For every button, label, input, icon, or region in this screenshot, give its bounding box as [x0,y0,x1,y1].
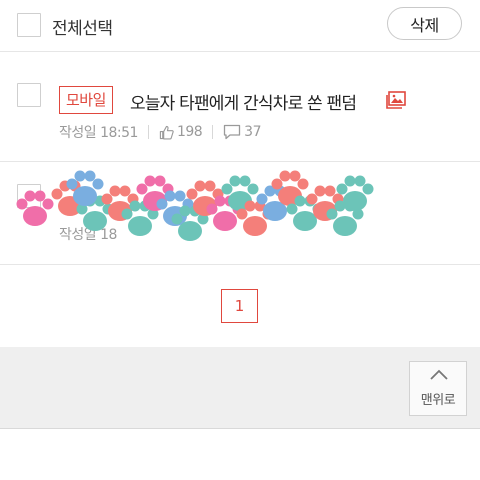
post-checkbox[interactable] [17,184,41,208]
scroll-to-top-label: 맨위로 [420,393,456,408]
divider [212,125,214,139]
select-all-checkbox[interactable] [17,13,41,37]
list-item[interactable]: 작성일 18 [0,162,480,265]
scroll-to-top-button[interactable]: 맨위로 [409,361,467,416]
post-date: 작성일 18 [59,227,117,243]
page-number-current[interactable]: 1 [221,289,258,323]
pagination: 1 [0,265,480,347]
delete-button[interactable]: 삭제 [387,7,462,40]
post-meta: 작성일 18:51 198 37 [59,122,261,142]
post-meta: 작성일 18 [59,224,117,244]
divider [147,125,149,139]
toolbar: 전체선택 삭제 [0,0,480,52]
footer: 맨위로 [0,347,480,429]
image-icon [385,90,407,114]
comment-count: 37 [244,124,261,140]
list-item[interactable]: 모바일 오늘자 타팬에게 간식차로 쏜 팬덤 작성일 18:51 198 37 [0,62,480,162]
comment-bubble-icon [223,124,241,140]
bottom-area [0,430,480,480]
category-badge: 모바일 [59,86,113,114]
chevron-up-icon [430,369,448,380]
post-checkbox[interactable] [17,83,41,107]
like-count: 198 [176,124,203,140]
post-title[interactable]: 오늘자 타팬에게 간식차로 쏜 팬덤 [130,89,357,114]
post-date: 작성일 18:51 [59,125,138,141]
thumbs-up-icon [159,125,174,140]
select-all-label[interactable]: 전체선택 [52,14,113,39]
